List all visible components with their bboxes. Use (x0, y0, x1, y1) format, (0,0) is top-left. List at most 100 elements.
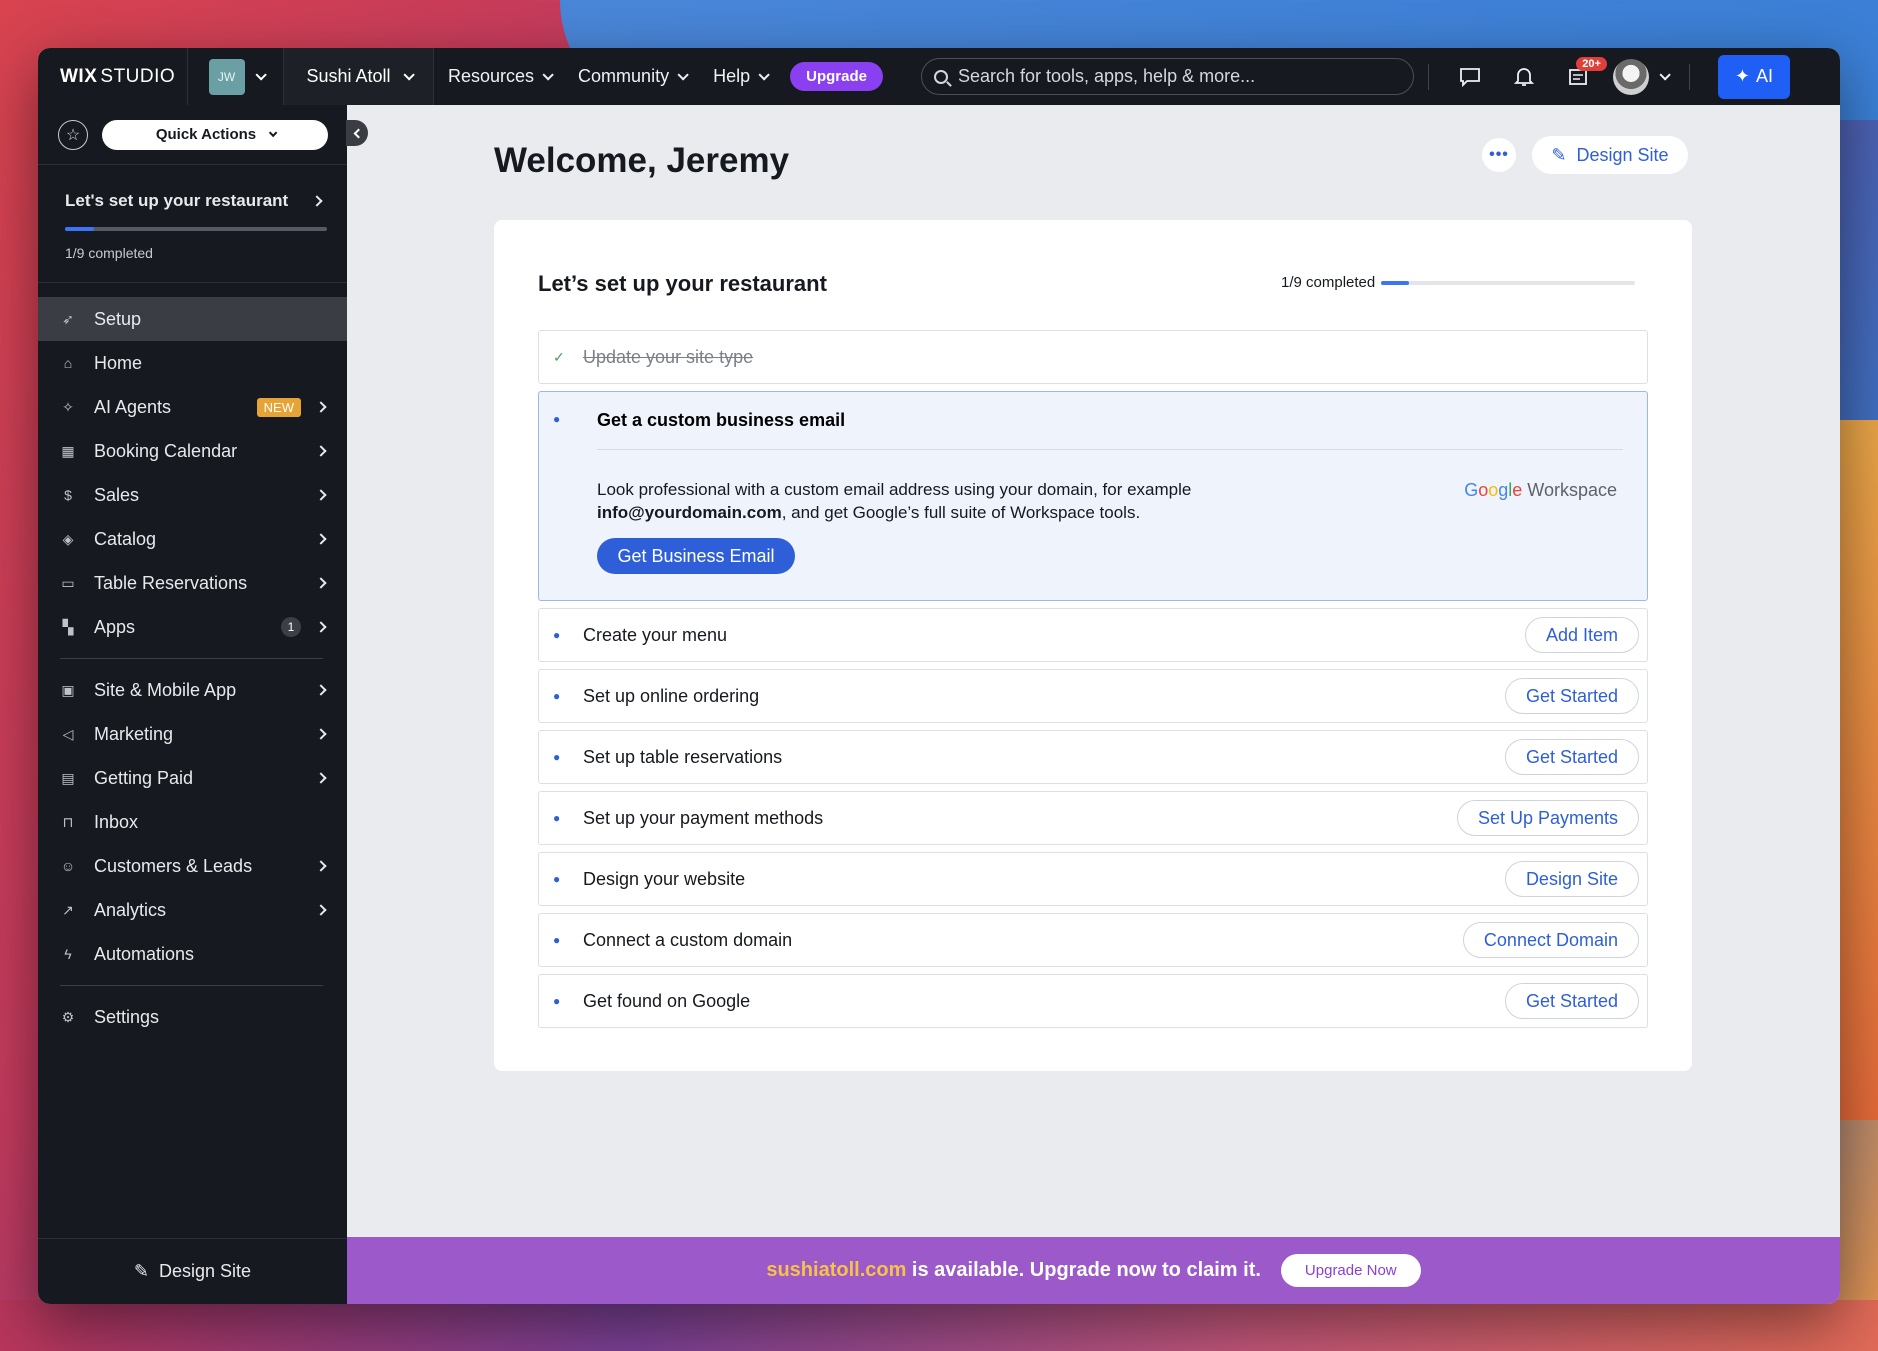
sidebar: ☆ Quick Actions Let's set up your restau… (38, 105, 347, 1304)
task-action-button[interactable]: Get Started (1504, 678, 1639, 714)
chevron-right-icon (315, 772, 327, 784)
notification-badge: 20+ (1576, 56, 1607, 71)
star-icon[interactable]: ☆ (58, 119, 88, 150)
sidebar-item-label: Customers & Leads (94, 855, 253, 876)
task-expanded-business-email: ● Get a custom business email Look profe… (538, 391, 1648, 601)
workspace-switcher[interactable]: JW (188, 48, 284, 105)
task-row[interactable]: ● Connect a custom domain Connect Domain (538, 913, 1648, 967)
quick-actions-row: ☆ Quick Actions (38, 105, 347, 165)
nav-resources[interactable]: Resources (434, 66, 564, 87)
quick-actions-button[interactable]: Quick Actions (102, 119, 328, 150)
bullet-icon: ● (553, 933, 561, 947)
search-input[interactable]: Search for tools, apps, help & more... (920, 58, 1414, 95)
design-site-button[interactable]: ✎ Design Site (1532, 136, 1688, 174)
chevron-right-icon (315, 489, 327, 501)
search-placeholder: Search for tools, apps, help & more... (957, 66, 1256, 86)
chevron-right-icon (315, 904, 327, 916)
task-action-button[interactable]: Get Started (1504, 983, 1639, 1019)
sidebar-item-home[interactable]: ⌂ Home (38, 341, 347, 385)
account-menu[interactable] (1605, 58, 1675, 95)
task-rows: ● Create your menu Add Item ● Set up online … (538, 608, 1648, 1028)
inbox-icon: ⊓ (62, 813, 74, 830)
checklist-title: Let’s set up your restaurant (538, 271, 827, 296)
task-label: Design your website (583, 868, 746, 889)
calendar-icon: ▦ (61, 442, 75, 459)
sidebar-item-catalog[interactable]: ◈ Catalog (38, 517, 347, 561)
task-row[interactable]: ● Create your menu Add Item (538, 608, 1648, 662)
sidebar-item-inbox[interactable]: ⊓ Inbox (38, 800, 347, 844)
task-action-button[interactable]: Connect Domain (1462, 922, 1639, 958)
dollar-icon: $ (64, 487, 72, 503)
task-row[interactable]: ● Set up table reservations Get Started (538, 730, 1648, 784)
task-title[interactable]: Get a custom business email (597, 392, 1623, 450)
sparkle-icon: ✧ (62, 398, 74, 415)
bolt-icon: ϟ (64, 946, 72, 962)
more-options-button[interactable]: ••• (1482, 138, 1516, 172)
setup-progress-card[interactable]: Let's set up your restaurant 1/9 complet… (38, 165, 347, 283)
task-action-button[interactable]: Get Started (1504, 739, 1639, 775)
pencil-icon: ✎ (133, 1261, 150, 1281)
checklist-progress: 1/9 completed (1281, 274, 1636, 291)
wix-studio-logo[interactable]: WIX STUDIO (38, 48, 188, 105)
nav-community[interactable]: Community (564, 66, 699, 87)
task-row[interactable]: ● Get found on Google Get Started (538, 974, 1648, 1028)
bullet-icon: ● (553, 689, 561, 703)
sidebar-item-setup[interactable]: ➶ Setup (38, 297, 347, 341)
sidebar-item-sales[interactable]: $ Sales (38, 473, 347, 517)
sidebar-item-marketing[interactable]: ◁ Marketing (38, 712, 347, 756)
sidebar-item-label: Site & Mobile App (94, 679, 237, 700)
sidebar-item-site-mobile-app[interactable]: ▣ Site & Mobile App (38, 668, 347, 712)
site-switcher[interactable]: Sushi Atoll (284, 48, 434, 105)
nav-help[interactable]: Help (699, 66, 780, 87)
chat-icon[interactable] (1443, 67, 1497, 87)
design-site-label: Design Site (1576, 144, 1669, 165)
sidebar-item-booking-calendar[interactable]: ▦ Booking Calendar (38, 429, 347, 473)
page-title: Welcome, Jeremy (494, 141, 790, 180)
chevron-right-icon (315, 533, 327, 545)
sidebar-design-site-button[interactable]: ✎ Design Site (38, 1238, 347, 1304)
task-label: Get found on Google (583, 990, 751, 1011)
sidebar-item-ai-agents[interactable]: ✧ AI Agents NEW (38, 385, 347, 429)
sidebar-item-table-reservations[interactable]: ▭ Table Reservations (38, 561, 347, 605)
checklist-progress-bar (1381, 280, 1636, 285)
chevron-down-icon (758, 68, 770, 81)
sidebar-item-label: AI Agents (94, 396, 172, 417)
chevron-right-icon (315, 684, 327, 696)
count-badge: 1 (281, 617, 301, 637)
sidebar-item-label: Apps (94, 616, 136, 637)
sidebar-item-getting-paid[interactable]: ▤ Getting Paid (38, 756, 347, 800)
task-row[interactable]: ● Design your website Design Site (538, 852, 1648, 906)
task-action-button[interactable]: Set Up Payments (1456, 800, 1639, 836)
table-icon: ▭ (61, 574, 75, 591)
sidebar-item-apps[interactable]: ▚ Apps 1 (38, 605, 347, 649)
task-action-button[interactable]: Design Site (1504, 861, 1639, 897)
task-completed[interactable]: ✓ Update your site type (538, 330, 1648, 384)
toolbar-divider (1427, 63, 1429, 90)
receipt-icon: ▤ (61, 769, 75, 786)
chart-icon: ↗ (62, 901, 74, 918)
get-business-email-button[interactable]: Get Business Email (597, 538, 795, 574)
people-icon: ☺ (60, 858, 76, 874)
task-action-button[interactable]: Add Item (1524, 617, 1639, 653)
ai-assistant-button[interactable]: ✦ AI (1717, 54, 1790, 99)
task-label: Update your site type (583, 346, 754, 367)
upgrade-now-button[interactable]: Upgrade Now (1280, 1254, 1421, 1287)
sidebar-item-settings[interactable]: ⚙ Settings (38, 995, 347, 1039)
banner-message: sushiatoll.com is available. Upgrade now… (766, 1259, 1261, 1282)
updates-icon[interactable]: 20+ (1551, 56, 1607, 87)
task-label: Set up table reservations (583, 746, 783, 767)
setup-card-title-text: Let's set up your restaurant (65, 191, 289, 210)
setup-checklist-card: Let’s set up your restaurant 1/9 complet… (494, 220, 1692, 1071)
sidebar-item-analytics[interactable]: ↗ Analytics (38, 888, 347, 932)
bell-icon[interactable] (1497, 66, 1551, 88)
sidebar-item-customers-leads[interactable]: ☺ Customers & Leads (38, 844, 347, 888)
megaphone-icon: ◁ (62, 725, 74, 742)
task-row[interactable]: ● Set up your payment methods Set Up Payme… (538, 791, 1648, 845)
upgrade-button[interactable]: Upgrade (790, 62, 883, 91)
task-label: Set up your payment methods (583, 807, 824, 828)
ai-label: AI (1755, 66, 1773, 86)
rocket-icon: ➶ (62, 310, 74, 327)
bullet-icon: ● (553, 412, 561, 426)
sidebar-item-automations[interactable]: ϟ Automations (38, 932, 347, 976)
task-row[interactable]: ● Set up online ordering Get Started (538, 669, 1648, 723)
